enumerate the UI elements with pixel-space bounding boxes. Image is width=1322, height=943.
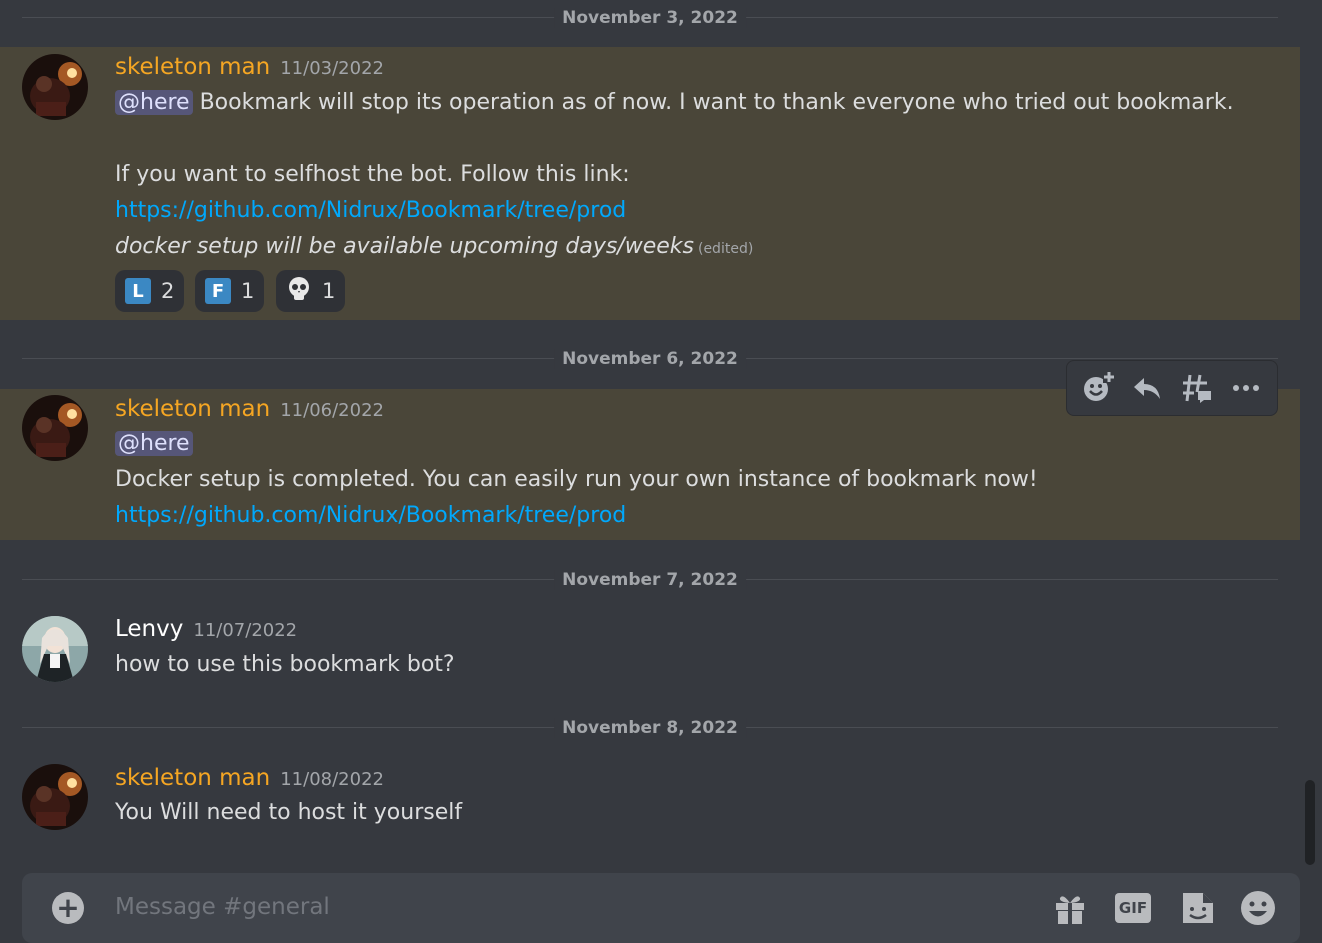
date-divider: November 3, 2022: [22, 8, 1278, 28]
date-label: November 3, 2022: [554, 8, 746, 28]
timestamp: 11/07/2022: [193, 620, 298, 641]
emoji-icon[interactable]: [1240, 890, 1276, 926]
reaction[interactable]: F 1: [195, 270, 265, 312]
mention[interactable]: @here: [115, 90, 193, 115]
message-text: @here: [115, 431, 193, 456]
avatar[interactable]: [22, 616, 88, 682]
message[interactable]: skeleton man 11/03/2022 @here Bookmark wi…: [0, 47, 1300, 320]
message-input[interactable]: Message #general: [115, 894, 330, 920]
message-line: If you want to selfhost the bot. Follow …: [115, 162, 630, 187]
avatar[interactable]: [22, 395, 88, 461]
add-reaction-icon[interactable]: [1078, 368, 1118, 408]
message-line: Bookmark will stop its operation as of n…: [192, 90, 1234, 115]
plus-icon[interactable]: +: [52, 892, 84, 924]
username[interactable]: skeleton man: [115, 54, 270, 80]
message-line: Docker setup is completed. You can easil…: [115, 467, 1038, 492]
reaction-count: 1: [322, 279, 336, 303]
gif-label: GIF: [1115, 893, 1151, 923]
mention[interactable]: @here: [115, 431, 193, 456]
date-divider: November 8, 2022: [22, 718, 1278, 738]
message[interactable]: Lenvy 11/07/2022 how to use this bookmark…: [0, 610, 1300, 700]
reply-icon[interactable]: [1127, 368, 1167, 408]
message-toolbar: [1066, 360, 1278, 416]
username[interactable]: skeleton man: [115, 765, 270, 791]
message-line: docker setup will be available upcoming …: [115, 234, 694, 259]
more-icon[interactable]: [1226, 368, 1266, 408]
date-divider: November 7, 2022: [22, 570, 1278, 590]
scrollbar-thumb[interactable]: [1305, 780, 1315, 865]
create-thread-icon[interactable]: [1177, 368, 1217, 408]
message-line: You Will need to host it yourself: [115, 800, 463, 825]
message[interactable]: skeleton man 11/08/2022 You Will need to …: [0, 758, 1300, 848]
skull-emoji: [286, 276, 312, 307]
timestamp: 11/08/2022: [280, 769, 384, 790]
message-link[interactable]: https://github.com/Nidrux/Bookmark/tree/…: [115, 198, 626, 223]
message-composer: + Message #general GIF: [22, 873, 1300, 943]
date-label: November 7, 2022: [554, 570, 746, 590]
username[interactable]: skeleton man: [115, 396, 270, 422]
avatar[interactable]: [22, 764, 88, 830]
date-label: November 8, 2022: [554, 718, 746, 738]
username[interactable]: Lenvy: [115, 616, 183, 642]
date-label: November 6, 2022: [554, 349, 746, 369]
message-text: @here Bookmark will stop its operation a…: [115, 90, 1234, 115]
reaction-count: 1: [241, 279, 255, 303]
gif-icon[interactable]: GIF: [1115, 890, 1151, 926]
timestamp: 11/06/2022: [280, 400, 384, 421]
reaction[interactable]: 1: [276, 270, 346, 312]
reaction-count: 2: [161, 279, 175, 303]
reaction[interactable]: L 2: [115, 270, 185, 312]
avatar[interactable]: [22, 54, 88, 120]
gift-icon[interactable]: [1052, 890, 1088, 926]
message-line: how to use this bookmark bot?: [115, 652, 455, 677]
sticker-icon[interactable]: [1180, 890, 1216, 926]
message-text: docker setup will be available upcoming …: [115, 234, 753, 259]
timestamp: 11/03/2022: [280, 58, 384, 79]
letter-l-emoji: L: [125, 278, 151, 304]
letter-f-emoji: F: [205, 278, 231, 304]
edited-label: (edited): [697, 241, 754, 257]
message-link[interactable]: https://github.com/Nidrux/Bookmark/tree/…: [115, 503, 626, 528]
